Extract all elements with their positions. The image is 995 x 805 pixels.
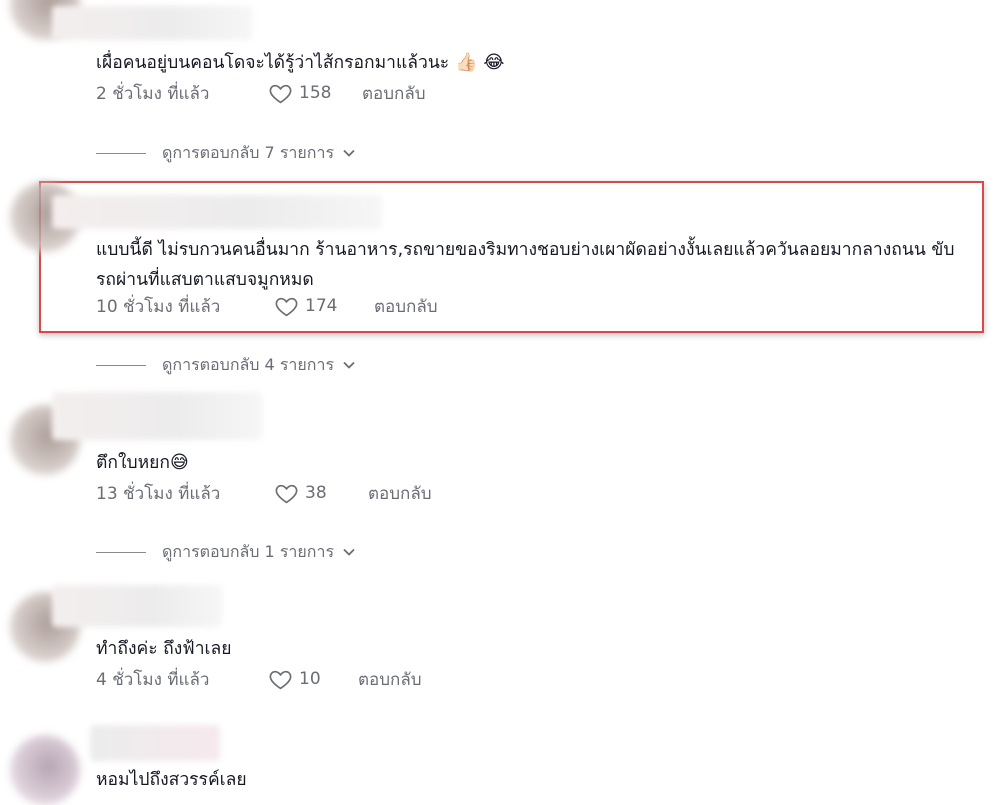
like-button[interactable]: 174 (274, 294, 374, 319)
comment-meta: 13 ชั่วโมง ที่แล้ว 38 ตอบกลับ (96, 479, 432, 507)
view-replies-button[interactable]: ดูการตอบกลับ 4 รายการ (96, 352, 356, 378)
heart-outline-icon (269, 670, 292, 689)
reply-button[interactable]: ตอบกลับ (368, 480, 432, 507)
like-count: 38 (305, 483, 327, 503)
comment-text: ทำถึงค่ะ ถึงฟ้าเลย (96, 639, 232, 659)
reply-button[interactable]: ตอบกลับ (362, 80, 426, 107)
avatar[interactable] (10, 735, 80, 805)
username-blurred[interactable] (52, 195, 382, 229)
chevron-down-icon (343, 361, 355, 369)
view-replies-label: ดูการตอบกลับ 1 รายการ (162, 541, 335, 561)
view-replies-label: ดูการตอบกลับ 7 รายการ (162, 142, 335, 162)
chevron-down-icon (343, 149, 355, 157)
emoji: 😅 (170, 452, 189, 473)
heart-outline-icon (275, 297, 298, 316)
comment-text: แบบนี้ดี ไม่รบกวนคนอื่นมาก ร้านอาหาร,รถข… (96, 240, 955, 290)
view-replies-button[interactable]: ดูการตอบกลับ 1 รายการ (96, 539, 356, 565)
comment-timestamp: 4 ชั่วโมง ที่แล้ว (96, 669, 210, 690)
chevron-down-icon (343, 548, 355, 556)
comment-meta: 4 ชั่วโมง ที่แล้ว 10 ตอบกลับ (96, 665, 422, 693)
like-button[interactable]: 10 (268, 667, 358, 692)
like-button[interactable]: 158 (268, 81, 368, 106)
username-blurred[interactable] (52, 6, 252, 40)
comment-text: เผื่อคนอยู่บนคอนโดจะได้รู้ว่าไส้กรอกมาแล… (96, 52, 505, 73)
username-blurred[interactable] (90, 725, 220, 761)
divider-line (96, 551, 146, 553)
comment-meta: 2 ชั่วโมง ที่แล้ว 158 ตอบกลับ (96, 79, 426, 107)
comment-timestamp: 13 ชั่วโมง ที่แล้ว (96, 483, 221, 504)
view-replies-label: ดูการตอบกลับ 4 รายการ (162, 354, 335, 374)
heart-outline-icon (275, 484, 298, 503)
divider-line (96, 152, 146, 154)
divider-line (96, 364, 146, 366)
username-blurred[interactable] (52, 585, 222, 627)
like-count: 158 (299, 83, 332, 103)
reply-button[interactable]: ตอบกลับ (374, 293, 438, 320)
like-count: 10 (299, 669, 321, 689)
view-replies-button[interactable]: ดูการตอบกลับ 7 รายการ (96, 140, 356, 166)
emoji: 👍🏻 😂 (455, 52, 505, 73)
like-button[interactable]: 38 (274, 481, 368, 506)
heart-outline-icon (269, 84, 292, 103)
comment-timestamp: 2 ชั่วโมง ที่แล้ว (96, 83, 210, 104)
reply-button[interactable]: ตอบกลับ (358, 666, 422, 693)
like-count: 174 (305, 296, 338, 316)
comment-meta: 10 ชั่วโมง ที่แล้ว 174 ตอบกลับ (96, 292, 438, 320)
comment-timestamp: 10 ชั่วโมง ที่แล้ว (96, 296, 221, 317)
comment-text: ตึกใบหยก😅 (96, 452, 189, 473)
comment-text: หอมไปถึงสวรรค์เลย (96, 770, 247, 790)
username-blurred[interactable] (52, 392, 262, 440)
